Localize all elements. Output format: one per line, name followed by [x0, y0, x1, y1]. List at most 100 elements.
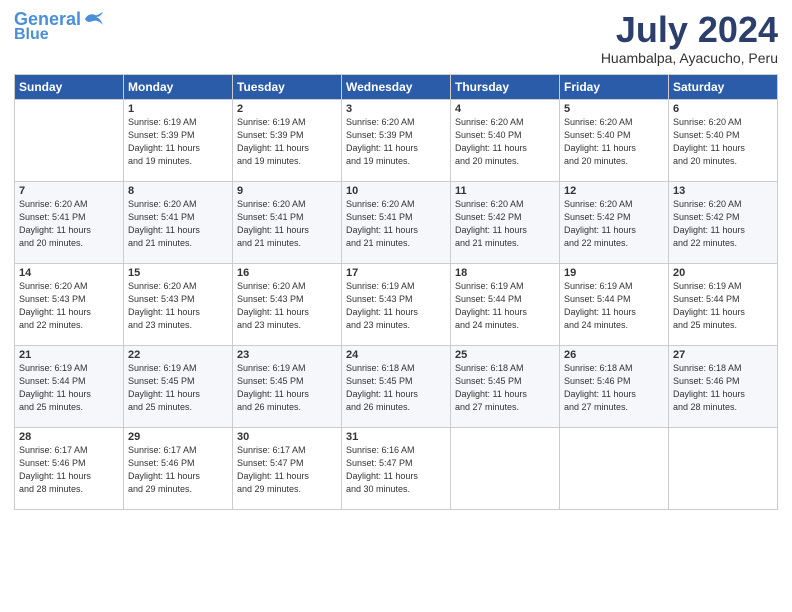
- day-number: 19: [564, 267, 664, 279]
- day-cell: 11 Sunrise: 6:20 AMSunset: 5:42 PMDaylig…: [451, 181, 560, 263]
- day-cell: 31 Sunrise: 6:16 AMSunset: 5:47 PMDaylig…: [342, 427, 451, 509]
- page-container: General Blue July 2024 Huambalpa, Ayacuc…: [0, 0, 792, 520]
- day-number: 8: [128, 185, 228, 197]
- day-number: 13: [673, 185, 773, 197]
- day-cell: [451, 427, 560, 509]
- day-cell: 4 Sunrise: 6:20 AMSunset: 5:40 PMDayligh…: [451, 99, 560, 181]
- logo-blue: Blue: [14, 26, 49, 44]
- weekday-saturday: Saturday: [669, 74, 778, 99]
- day-cell: 18 Sunrise: 6:19 AMSunset: 5:44 PMDaylig…: [451, 263, 560, 345]
- weekday-wednesday: Wednesday: [342, 74, 451, 99]
- day-info: Sunrise: 6:18 AMSunset: 5:46 PMDaylight:…: [564, 362, 664, 414]
- day-number: 31: [346, 431, 446, 443]
- day-cell: 25 Sunrise: 6:18 AMSunset: 5:45 PMDaylig…: [451, 345, 560, 427]
- day-cell: 7 Sunrise: 6:20 AMSunset: 5:41 PMDayligh…: [15, 181, 124, 263]
- day-number: 10: [346, 185, 446, 197]
- day-number: 11: [455, 185, 555, 197]
- day-number: 17: [346, 267, 446, 279]
- day-cell: 2 Sunrise: 6:19 AMSunset: 5:39 PMDayligh…: [233, 99, 342, 181]
- day-info: Sunrise: 6:20 AMSunset: 5:42 PMDaylight:…: [673, 198, 773, 250]
- day-cell: 30 Sunrise: 6:17 AMSunset: 5:47 PMDaylig…: [233, 427, 342, 509]
- weekday-friday: Friday: [560, 74, 669, 99]
- day-info: Sunrise: 6:20 AMSunset: 5:42 PMDaylight:…: [564, 198, 664, 250]
- weekday-tuesday: Tuesday: [233, 74, 342, 99]
- day-info: Sunrise: 6:19 AMSunset: 5:45 PMDaylight:…: [128, 362, 228, 414]
- weekday-header-row: SundayMondayTuesdayWednesdayThursdayFrid…: [15, 74, 778, 99]
- weekday-thursday: Thursday: [451, 74, 560, 99]
- day-cell: 6 Sunrise: 6:20 AMSunset: 5:40 PMDayligh…: [669, 99, 778, 181]
- day-cell: 14 Sunrise: 6:20 AMSunset: 5:43 PMDaylig…: [15, 263, 124, 345]
- logo: General Blue: [14, 10, 105, 43]
- day-cell: 1 Sunrise: 6:19 AMSunset: 5:39 PMDayligh…: [124, 99, 233, 181]
- header: General Blue July 2024 Huambalpa, Ayacuc…: [14, 10, 778, 66]
- day-number: 3: [346, 103, 446, 115]
- bird-icon: [83, 11, 105, 27]
- day-info: Sunrise: 6:17 AMSunset: 5:46 PMDaylight:…: [19, 444, 119, 496]
- day-info: Sunrise: 6:19 AMSunset: 5:45 PMDaylight:…: [237, 362, 337, 414]
- day-number: 15: [128, 267, 228, 279]
- day-cell: 20 Sunrise: 6:19 AMSunset: 5:44 PMDaylig…: [669, 263, 778, 345]
- day-info: Sunrise: 6:17 AMSunset: 5:47 PMDaylight:…: [237, 444, 337, 496]
- week-row-2: 7 Sunrise: 6:20 AMSunset: 5:41 PMDayligh…: [15, 181, 778, 263]
- calendar-table: SundayMondayTuesdayWednesdayThursdayFrid…: [14, 74, 778, 510]
- day-cell: 26 Sunrise: 6:18 AMSunset: 5:46 PMDaylig…: [560, 345, 669, 427]
- day-cell: 28 Sunrise: 6:17 AMSunset: 5:46 PMDaylig…: [15, 427, 124, 509]
- day-cell: 12 Sunrise: 6:20 AMSunset: 5:42 PMDaylig…: [560, 181, 669, 263]
- day-number: 1: [128, 103, 228, 115]
- location: Huambalpa, Ayacucho, Peru: [601, 50, 778, 66]
- day-number: 25: [455, 349, 555, 361]
- day-info: Sunrise: 6:20 AMSunset: 5:41 PMDaylight:…: [346, 198, 446, 250]
- day-cell: 19 Sunrise: 6:19 AMSunset: 5:44 PMDaylig…: [560, 263, 669, 345]
- day-info: Sunrise: 6:20 AMSunset: 5:40 PMDaylight:…: [673, 116, 773, 168]
- day-cell: 22 Sunrise: 6:19 AMSunset: 5:45 PMDaylig…: [124, 345, 233, 427]
- day-info: Sunrise: 6:20 AMSunset: 5:40 PMDaylight:…: [564, 116, 664, 168]
- day-cell: 8 Sunrise: 6:20 AMSunset: 5:41 PMDayligh…: [124, 181, 233, 263]
- day-cell: 23 Sunrise: 6:19 AMSunset: 5:45 PMDaylig…: [233, 345, 342, 427]
- day-info: Sunrise: 6:18 AMSunset: 5:46 PMDaylight:…: [673, 362, 773, 414]
- day-info: Sunrise: 6:19 AMSunset: 5:43 PMDaylight:…: [346, 280, 446, 332]
- day-cell: 29 Sunrise: 6:17 AMSunset: 5:46 PMDaylig…: [124, 427, 233, 509]
- day-number: 14: [19, 267, 119, 279]
- day-info: Sunrise: 6:20 AMSunset: 5:43 PMDaylight:…: [19, 280, 119, 332]
- day-number: 20: [673, 267, 773, 279]
- day-info: Sunrise: 6:19 AMSunset: 5:44 PMDaylight:…: [455, 280, 555, 332]
- day-cell: 10 Sunrise: 6:20 AMSunset: 5:41 PMDaylig…: [342, 181, 451, 263]
- day-number: 9: [237, 185, 337, 197]
- day-number: 21: [19, 349, 119, 361]
- day-number: 26: [564, 349, 664, 361]
- day-number: 27: [673, 349, 773, 361]
- day-info: Sunrise: 6:19 AMSunset: 5:39 PMDaylight:…: [128, 116, 228, 168]
- title-area: July 2024 Huambalpa, Ayacucho, Peru: [601, 10, 778, 66]
- day-cell: 17 Sunrise: 6:19 AMSunset: 5:43 PMDaylig…: [342, 263, 451, 345]
- day-cell: 21 Sunrise: 6:19 AMSunset: 5:44 PMDaylig…: [15, 345, 124, 427]
- day-number: 12: [564, 185, 664, 197]
- day-cell: [560, 427, 669, 509]
- week-row-1: 1 Sunrise: 6:19 AMSunset: 5:39 PMDayligh…: [15, 99, 778, 181]
- day-info: Sunrise: 6:18 AMSunset: 5:45 PMDaylight:…: [455, 362, 555, 414]
- day-info: Sunrise: 6:16 AMSunset: 5:47 PMDaylight:…: [346, 444, 446, 496]
- day-number: 7: [19, 185, 119, 197]
- week-row-5: 28 Sunrise: 6:17 AMSunset: 5:46 PMDaylig…: [15, 427, 778, 509]
- week-row-4: 21 Sunrise: 6:19 AMSunset: 5:44 PMDaylig…: [15, 345, 778, 427]
- day-cell: 27 Sunrise: 6:18 AMSunset: 5:46 PMDaylig…: [669, 345, 778, 427]
- day-info: Sunrise: 6:20 AMSunset: 5:42 PMDaylight:…: [455, 198, 555, 250]
- day-cell: 16 Sunrise: 6:20 AMSunset: 5:43 PMDaylig…: [233, 263, 342, 345]
- day-info: Sunrise: 6:20 AMSunset: 5:41 PMDaylight:…: [19, 198, 119, 250]
- day-number: 5: [564, 103, 664, 115]
- day-number: 30: [237, 431, 337, 443]
- day-number: 16: [237, 267, 337, 279]
- day-info: Sunrise: 6:19 AMSunset: 5:44 PMDaylight:…: [673, 280, 773, 332]
- day-info: Sunrise: 6:19 AMSunset: 5:44 PMDaylight:…: [19, 362, 119, 414]
- day-cell: [15, 99, 124, 181]
- day-number: 4: [455, 103, 555, 115]
- day-cell: 13 Sunrise: 6:20 AMSunset: 5:42 PMDaylig…: [669, 181, 778, 263]
- day-info: Sunrise: 6:20 AMSunset: 5:41 PMDaylight:…: [128, 198, 228, 250]
- day-number: 24: [346, 349, 446, 361]
- day-info: Sunrise: 6:18 AMSunset: 5:45 PMDaylight:…: [346, 362, 446, 414]
- day-number: 18: [455, 267, 555, 279]
- day-number: 29: [128, 431, 228, 443]
- day-info: Sunrise: 6:19 AMSunset: 5:44 PMDaylight:…: [564, 280, 664, 332]
- day-info: Sunrise: 6:20 AMSunset: 5:43 PMDaylight:…: [128, 280, 228, 332]
- day-cell: 5 Sunrise: 6:20 AMSunset: 5:40 PMDayligh…: [560, 99, 669, 181]
- weekday-sunday: Sunday: [15, 74, 124, 99]
